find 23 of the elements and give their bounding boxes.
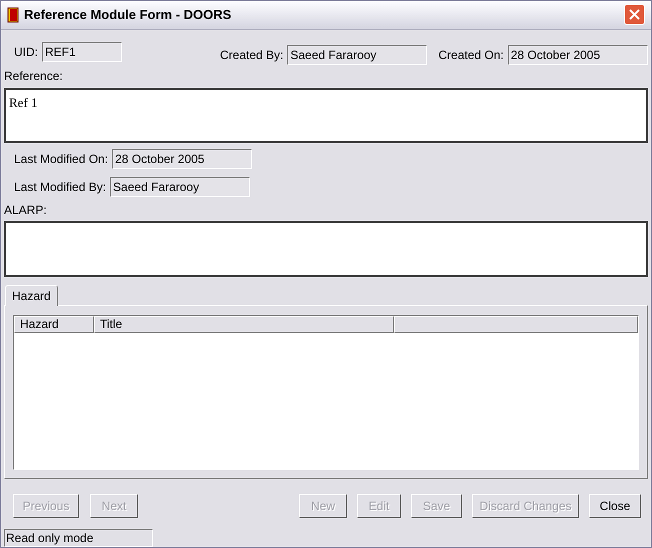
column-header[interactable]: Hazard: [14, 316, 94, 334]
last-modified-by-field[interactable]: Saeed Fararooy: [110, 177, 250, 198]
field-label: Reference:: [4, 68, 64, 85]
column-header[interactable]: Title: [94, 316, 394, 334]
field-label: ALARP:: [4, 202, 48, 220]
close-icon[interactable]: [624, 4, 645, 26]
uid-field[interactable]: REF1: [42, 42, 122, 62]
last-modified-on-field[interactable]: 28 October 2005: [112, 149, 252, 170]
action-button[interactable]: Close: [589, 494, 641, 518]
reference-field[interactable]: Ref 1: [4, 88, 648, 144]
field-label: Created By:: [220, 46, 284, 64]
field-label: Last Modified By:: [14, 179, 106, 196]
created-by-field[interactable]: Saeed Fararooy: [287, 44, 428, 65]
field-label: Created On:: [438, 46, 504, 64]
created-on-field[interactable]: 28 October 2005: [508, 44, 648, 65]
column-header[interactable]: [394, 316, 638, 334]
door-icon: [7, 6, 19, 23]
field-label: UID:: [14, 44, 38, 62]
status-bar: Read only mode: [4, 528, 153, 547]
window-title: Reference Module Form - DOORS: [24, 6, 232, 24]
field-label: Last Modified On:: [14, 151, 108, 168]
alarp-field[interactable]: [4, 221, 648, 278]
tab[interactable]: Hazard: [5, 285, 58, 306]
